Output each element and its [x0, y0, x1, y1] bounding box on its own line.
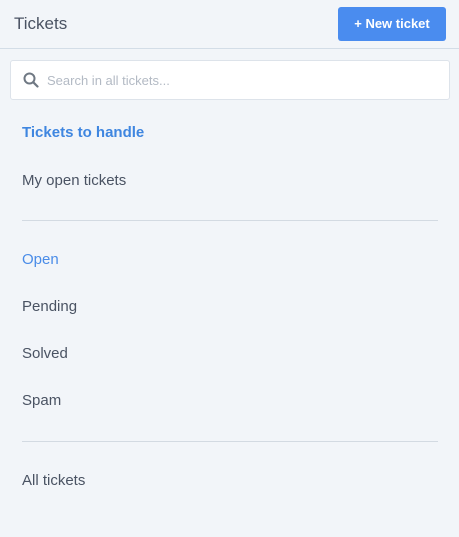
search-input[interactable] — [47, 61, 437, 99]
search-box[interactable] — [10, 60, 450, 100]
nav-item-pending[interactable]: Pending — [22, 297, 77, 317]
new-ticket-button[interactable]: + New ticket — [338, 7, 446, 41]
nav-item-my-open-tickets[interactable]: My open tickets — [22, 171, 126, 191]
nav-item-spam[interactable]: Spam — [22, 391, 61, 411]
page-title: Tickets — [14, 14, 68, 33]
nav-item-all-tickets[interactable]: All tickets — [22, 471, 85, 491]
nav-heading-tickets-to-handle[interactable]: Tickets to handle — [22, 123, 144, 143]
search-icon — [23, 72, 39, 88]
divider — [22, 441, 438, 442]
header-bar: Tickets + New ticket — [0, 0, 459, 49]
nav-item-open[interactable]: Open — [22, 250, 59, 270]
nav-item-solved[interactable]: Solved — [22, 344, 68, 364]
divider — [22, 220, 438, 221]
